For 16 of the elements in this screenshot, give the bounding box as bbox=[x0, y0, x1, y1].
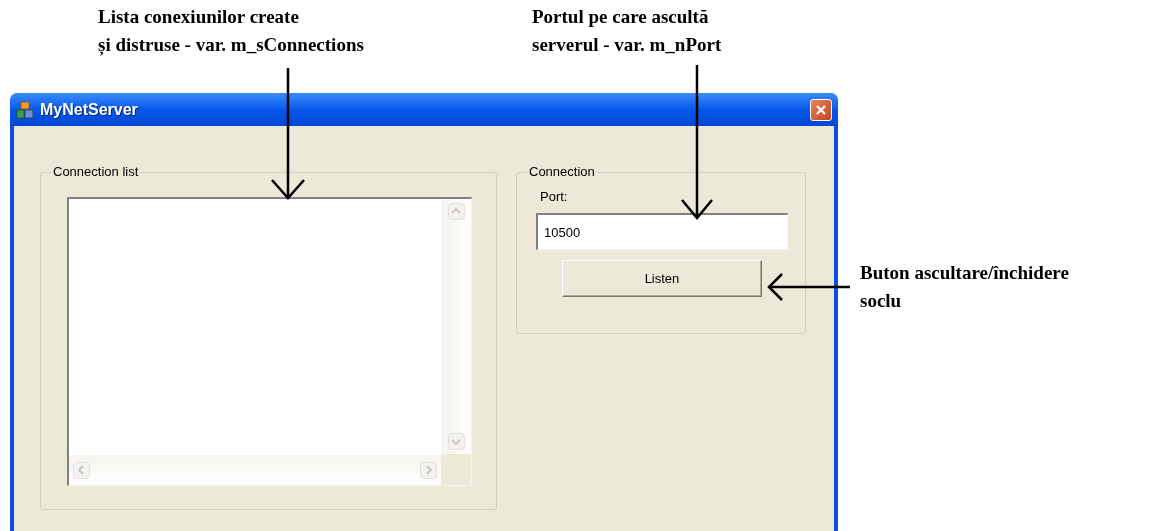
scroll-arrow-button[interactable] bbox=[447, 203, 465, 220]
port-label: Port: bbox=[540, 189, 569, 205]
close-button[interactable] bbox=[810, 98, 832, 121]
scrollbar-corner bbox=[441, 454, 471, 485]
annotation: Buton ascultare/închidere soclu bbox=[860, 261, 1069, 313]
close-icon bbox=[815, 103, 827, 116]
scroll-arrow-button[interactable] bbox=[73, 461, 90, 479]
port-field[interactable]: 10500 bbox=[536, 213, 788, 250]
annotation: Portul pe care ascultă serverul - var. m_nPort bbox=[532, 5, 722, 57]
connection-list[interactable] bbox=[67, 197, 472, 486]
scroll-arrow-button[interactable] bbox=[447, 433, 465, 450]
listen-button[interactable]: Listen bbox=[562, 260, 762, 297]
app-icon bbox=[16, 100, 34, 119]
window-title: MyNetServer bbox=[40, 99, 138, 120]
annotation: Lista conexiunilor create și distruse - var. m_sConnections bbox=[98, 5, 365, 58]
scroll-arrow-button[interactable] bbox=[420, 461, 437, 479]
